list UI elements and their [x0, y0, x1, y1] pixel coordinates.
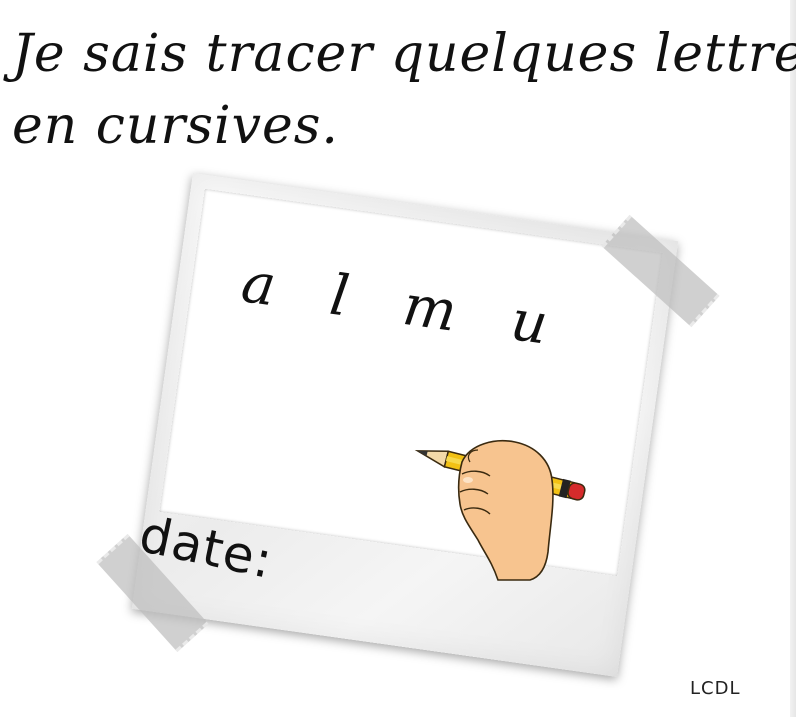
cursive-letters: a l m u	[238, 250, 623, 367]
polaroid-card: a l m u date:	[131, 173, 679, 677]
credit-label: LCDL	[690, 678, 741, 699]
letter-u: u	[506, 288, 556, 359]
letter-a: a	[237, 250, 284, 320]
hand-writing-with-pencil-icon	[414, 440, 586, 581]
polaroid-stage: a l m u date:	[0, 0, 796, 717]
letter-m: m	[399, 272, 465, 346]
letter-l: l	[326, 262, 357, 331]
